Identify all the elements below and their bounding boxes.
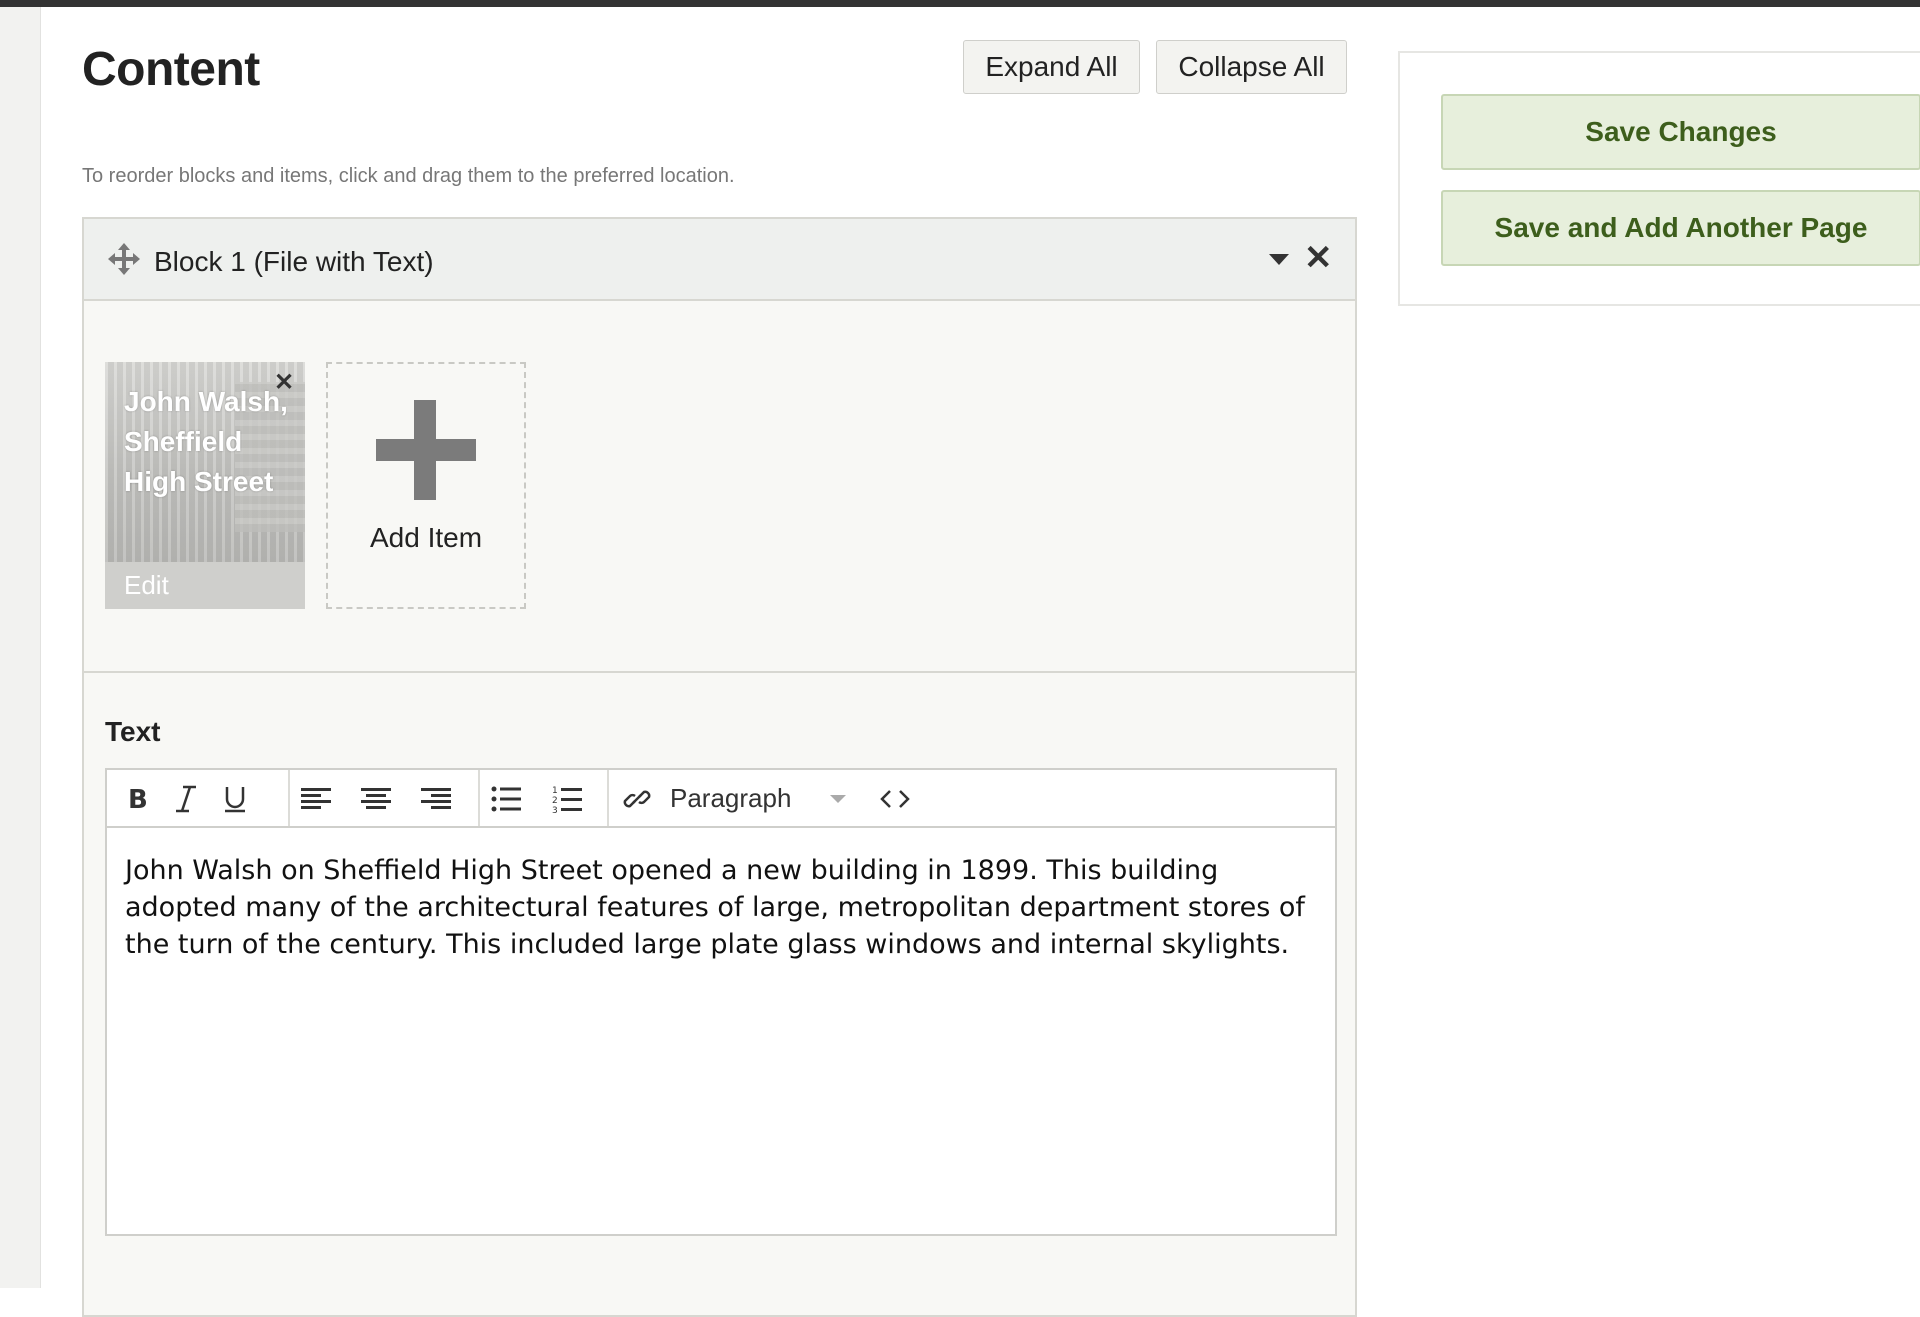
- collapse-all-button[interactable]: Collapse All: [1156, 40, 1347, 94]
- save-sidebar: Save Changes Save and Add Another Page: [1398, 51, 1920, 306]
- rich-text-editor: B 123 Paragraph John Walsh on Sheffield …: [105, 768, 1337, 1236]
- plus-icon-bar: [376, 439, 476, 461]
- bullet-list-icon[interactable]: [486, 779, 526, 819]
- remove-item-icon[interactable]: ✕: [274, 371, 294, 395]
- block-title: Block 1 (File with Text): [154, 246, 434, 277]
- bold-icon[interactable]: B: [117, 779, 157, 819]
- svg-text:3: 3: [552, 806, 558, 813]
- toolbar-separator: [607, 770, 609, 826]
- save-and-add-page-button[interactable]: Save and Add Another Page: [1441, 190, 1920, 266]
- move-handle-icon[interactable]: [107, 242, 141, 276]
- format-select[interactable]: Paragraph: [670, 783, 791, 814]
- page-title: Content: [82, 43, 260, 96]
- save-changes-button[interactable]: Save Changes: [1441, 94, 1920, 170]
- expand-all-button[interactable]: Expand All: [963, 40, 1140, 94]
- block-header: Block 1 (File with Text) ✕: [84, 219, 1355, 301]
- align-right-icon[interactable]: [416, 779, 456, 819]
- left-nav-strip: [0, 7, 41, 1288]
- add-item-label: Add Item: [369, 522, 483, 553]
- link-icon[interactable]: [617, 779, 657, 819]
- editor-toolbar: B 123 Paragraph: [107, 770, 1335, 828]
- thumbnail-caption: John Walsh, Sheffield High Street: [124, 386, 288, 497]
- chevron-down-icon[interactable]: [1269, 254, 1289, 265]
- section-divider: [84, 671, 1355, 673]
- italic-icon[interactable]: [166, 779, 206, 819]
- content-block: Block 1 (File with Text) ✕ John Walsh, S…: [82, 217, 1357, 1317]
- svg-text:B: B: [128, 786, 148, 812]
- item-edit-link[interactable]: Edit: [105, 562, 305, 609]
- align-center-icon[interactable]: [356, 779, 396, 819]
- toolbar-separator: [288, 770, 290, 826]
- svg-text:1: 1: [552, 786, 558, 796]
- underline-icon[interactable]: [215, 779, 255, 819]
- toolbar-separator: [478, 770, 480, 826]
- add-item-button[interactable]: Add Item: [326, 362, 526, 609]
- svg-text:2: 2: [552, 796, 558, 806]
- top-bar: [0, 0, 1920, 7]
- reorder-instructions: To reorder blocks and items, click and d…: [82, 165, 735, 187]
- close-icon[interactable]: ✕: [1304, 241, 1333, 275]
- chevron-down-icon[interactable]: [830, 795, 846, 803]
- text-field-label: Text: [105, 716, 161, 747]
- source-code-icon[interactable]: [875, 779, 915, 819]
- editor-content[interactable]: John Walsh on Sheffield High Street open…: [125, 852, 1320, 963]
- align-left-icon[interactable]: [296, 779, 336, 819]
- item-thumbnail[interactable]: John Walsh, Sheffield High Street Edit: [105, 362, 305, 609]
- numbered-list-icon[interactable]: 123: [547, 779, 587, 819]
